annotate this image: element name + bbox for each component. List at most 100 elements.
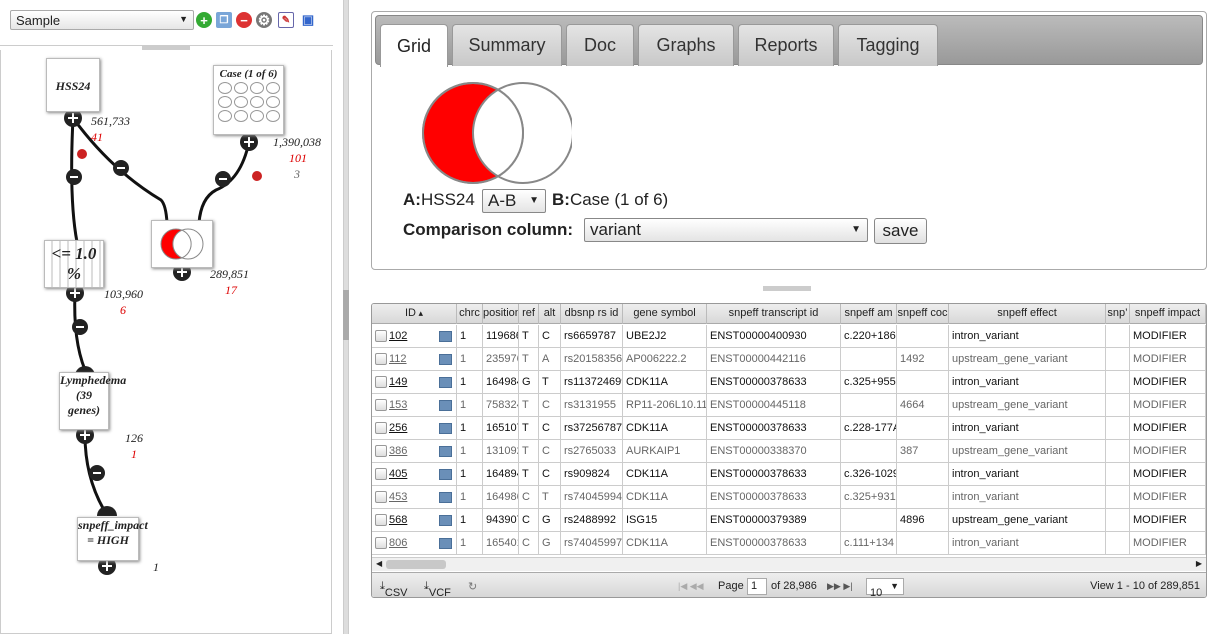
- table-cell: CDK11A: [623, 371, 707, 394]
- copy-icon[interactable]: ❐: [216, 12, 232, 28]
- row-id-link[interactable]: 386: [389, 440, 457, 463]
- column-header[interactable]: snpeff effect: [949, 304, 1106, 324]
- row-id-link[interactable]: 153: [389, 394, 457, 417]
- monitor-icon[interactable]: ▣: [300, 12, 316, 28]
- column-header[interactable]: gene symbol: [623, 304, 707, 324]
- venn-icon: [160, 228, 204, 260]
- sort-icon[interactable]: ▴: [416, 308, 423, 318]
- tab-grid[interactable]: Grid: [380, 24, 448, 67]
- table-cell: ENST00000378633: [707, 532, 841, 555]
- row-checkbox[interactable]: [375, 422, 387, 434]
- count: 1: [153, 560, 159, 574]
- page-size-select[interactable]: 10 ▼: [866, 578, 904, 597]
- scroll-right-icon[interactable]: ▶: [1196, 559, 1202, 568]
- table-row[interactable]: 14911649842GTrs113724699CDK11AENST000003…: [372, 371, 1206, 394]
- table-row[interactable]: 38611310924TCrs2765033AURKAIP1ENST000003…: [372, 440, 1206, 463]
- column-header[interactable]: snpeff impact: [1130, 304, 1206, 324]
- node-lymphedema[interactable]: Lymphedema (39 genes): [59, 372, 126, 430]
- node-venn[interactable]: [151, 220, 213, 268]
- venn-diagram: [422, 82, 572, 184]
- column-header[interactable]: dbsnp rs id: [561, 304, 623, 324]
- column-header[interactable]: position: [483, 304, 519, 324]
- row-id-link[interactable]: 568: [389, 509, 457, 532]
- tab-reports[interactable]: Reports: [738, 24, 834, 66]
- next-page-icon[interactable]: ▶▶ ▶|: [827, 581, 853, 592]
- remove-icon[interactable]: −: [236, 12, 252, 28]
- tag-icon[interactable]: ✎: [278, 12, 294, 28]
- table-row[interactable]: 5681943907CGrs2488992ISG15ENST0000037938…: [372, 509, 1206, 532]
- row-checkbox[interactable]: [375, 376, 387, 388]
- chevron-down-icon: ▼: [890, 581, 899, 591]
- comparison-column-select[interactable]: variant ▼: [584, 218, 868, 242]
- table-cell: c.325+931: [841, 486, 897, 509]
- table-row[interactable]: 1121235976TArs201583565AP006222.2ENST000…: [372, 348, 1206, 371]
- table-cell: 4664: [897, 394, 949, 417]
- table-cell: 1649866: [483, 486, 519, 509]
- sample-select[interactable]: Sample ▼: [10, 10, 194, 30]
- node-case[interactable]: Case (1 of 6): [213, 65, 284, 135]
- row-checkbox[interactable]: [375, 330, 387, 342]
- scrollbar-thumb[interactable]: [386, 560, 446, 569]
- table-row[interactable]: 80611654013CGrs74045997CDK11AENST0000037…: [372, 532, 1206, 555]
- row-id-link[interactable]: 102: [389, 325, 457, 348]
- chevron-down-icon: ▼: [529, 195, 539, 206]
- row-id-link[interactable]: 112: [389, 348, 457, 371]
- column-header[interactable]: alt: [539, 304, 561, 324]
- first-page-icon[interactable]: |◀ ◀◀: [678, 581, 704, 592]
- node-label: Case (1 of 6): [219, 68, 278, 80]
- row-checkbox[interactable]: [375, 514, 387, 526]
- horizontal-splitter[interactable]: [763, 286, 811, 291]
- set-b-value: Case (1 of 6): [569, 190, 669, 209]
- table-cell: 1: [457, 532, 483, 555]
- column-header[interactable]: chrc: [457, 304, 483, 324]
- tab-doc[interactable]: Doc: [566, 24, 634, 66]
- row-checkbox[interactable]: [375, 537, 387, 549]
- row-checkbox[interactable]: [375, 468, 387, 480]
- node-frequency-filter[interactable]: <= 1.0 %: [44, 240, 104, 288]
- people-grid-icon: [218, 82, 283, 122]
- column-header[interactable]: ref: [519, 304, 539, 324]
- scroll-left-icon[interactable]: ◀: [376, 559, 382, 568]
- operation-select[interactable]: A-B ▼: [482, 189, 546, 213]
- refresh-icon[interactable]: ↻: [468, 580, 477, 593]
- splitter-grip[interactable]: [343, 290, 349, 340]
- chevron-down-icon: ▼: [179, 14, 188, 24]
- column-header[interactable]: ID ▴: [372, 304, 457, 324]
- table-cell: upstream_gene_variant: [949, 348, 1106, 371]
- tab-summary[interactable]: Summary: [452, 24, 562, 66]
- row-id-link[interactable]: 405: [389, 463, 457, 486]
- table-cell: T: [539, 486, 561, 509]
- save-button[interactable]: save: [874, 218, 927, 244]
- column-header[interactable]: snp’: [1106, 304, 1130, 324]
- node-snpeff[interactable]: snpeff_impact = HIGH: [77, 517, 148, 561]
- row-id-link[interactable]: 149: [389, 371, 457, 394]
- row-id-link[interactable]: 453: [389, 486, 457, 509]
- table-cell: C: [539, 394, 561, 417]
- table-row[interactable]: 1531758324TCrs3131955RP11-206L10.11ENST0…: [372, 394, 1206, 417]
- column-header[interactable]: snpeff transcript id: [707, 304, 841, 324]
- horizontal-scrollbar[interactable]: ◀ ▶: [372, 557, 1206, 571]
- table-row[interactable]: 45311649866CTrs74045994CDK11AENST0000037…: [372, 486, 1206, 509]
- column-header[interactable]: snpeff coc: [897, 304, 949, 324]
- page-input[interactable]: 1: [747, 578, 767, 595]
- add-icon[interactable]: +: [196, 12, 212, 28]
- table-row[interactable]: 10211196863TCrs6659787UBE2J2ENST00000400…: [372, 325, 1206, 348]
- row-id-link[interactable]: 256: [389, 417, 457, 440]
- gear-icon[interactable]: ⚙: [256, 12, 272, 28]
- tab-graphs[interactable]: Graphs: [638, 24, 734, 66]
- row-checkbox[interactable]: [375, 491, 387, 503]
- download-csv-link[interactable]: ⤓ CSV: [380, 580, 408, 597]
- download-vcf-link[interactable]: ⤓ VCF: [424, 580, 451, 597]
- node-hss24[interactable]: HSS24: [46, 58, 100, 112]
- table-row[interactable]: 40511648946TCrs909824CDK11AENST000003786…: [372, 463, 1206, 486]
- table-cell: UBE2J2: [623, 325, 707, 348]
- row-checkbox[interactable]: [375, 399, 387, 411]
- column-header[interactable]: snpeff am: [841, 304, 897, 324]
- tab-tagging[interactable]: Tagging: [838, 24, 938, 66]
- row-id-link[interactable]: 806: [389, 532, 457, 555]
- table-row[interactable]: 25611651071TCrs372567872CDK11AENST000003…: [372, 417, 1206, 440]
- row-checkbox[interactable]: [375, 353, 387, 365]
- toolbar: Sample ▼ + ❐ − ⚙ ✎ ▣: [0, 0, 333, 46]
- pager: ⤓ CSV ⤓ VCF ↻ |◀ ◀◀ Page 1 of 28,986 ▶▶ …: [372, 572, 1206, 597]
- row-checkbox[interactable]: [375, 445, 387, 457]
